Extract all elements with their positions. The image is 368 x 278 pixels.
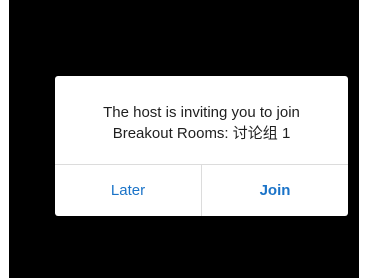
message-line-2: Breakout Rooms: 讨论组 1 (112, 125, 291, 142)
app-background: The host is inviting you to join Breakou… (9, 0, 359, 278)
join-button[interactable]: Join (202, 165, 348, 216)
message-line-1: The host is inviting you to join (103, 104, 300, 121)
dialog-message-text: The host is inviting you to join Breakou… (103, 102, 300, 144)
breakout-room-invite-dialog: The host is inviting you to join Breakou… (55, 76, 348, 216)
dialog-buttons: Later Join (55, 165, 348, 216)
later-button[interactable]: Later (55, 165, 201, 216)
dialog-message: The host is inviting you to join Breakou… (55, 76, 348, 165)
